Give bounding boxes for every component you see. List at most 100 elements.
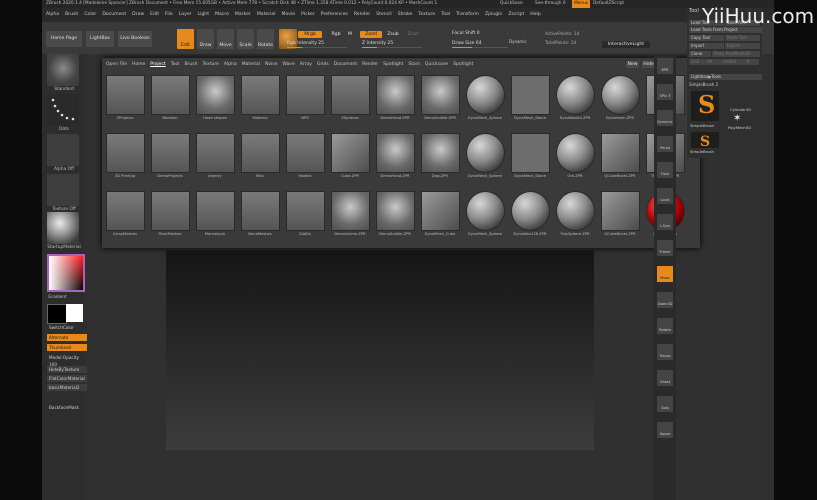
menu-preferences[interactable]: Preferences (321, 12, 348, 17)
menu-stroke[interactable]: Stroke (398, 12, 413, 17)
scale-button[interactable]: Scale (237, 29, 254, 49)
alpha-thumbnail[interactable] (47, 134, 79, 166)
lightbox-tab-material[interactable]: Material (242, 62, 260, 67)
lightbox-tab-render[interactable]: Render (362, 62, 378, 67)
copy-tool-button[interactable]: Copy Tool (689, 35, 724, 41)
menu-transform[interactable]: Transform (456, 12, 479, 17)
zcut-button[interactable]: Zcut (404, 31, 422, 38)
lightbox-tab-stars[interactable]: Stars (408, 62, 420, 67)
lightbox-item[interactable] (601, 191, 640, 231)
live-boolean-button[interactable]: Live Boolean (118, 31, 152, 47)
flat-color-material-button[interactable]: FlatColorMaterial (47, 375, 87, 382)
menu-zscript[interactable]: Zscript (508, 12, 524, 17)
clone-button[interactable]: Clone (689, 51, 711, 57)
lightbox-item[interactable] (331, 191, 370, 231)
shelf-bpr-button[interactable]: BPR (657, 58, 673, 74)
lightbox-tools-button[interactable]: Lightbox▶Tools (689, 74, 762, 80)
shelf-l-sym-button[interactable]: L.Sym (657, 214, 673, 230)
lightbox-item[interactable] (241, 133, 280, 173)
lightbox-tab-home[interactable]: Home (132, 62, 145, 67)
lightbox-item[interactable] (241, 191, 280, 231)
shelf-xpose-button[interactable]: Xpose (657, 422, 673, 438)
visible-button[interactable]: Visible (721, 59, 745, 65)
rgb-intensity-slider[interactable]: Rgb Intensity 25 (287, 41, 347, 46)
import-button[interactable]: Import (689, 43, 724, 49)
rgb-button[interactable]: Rgb (325, 31, 347, 38)
home-page-button[interactable]: Home Page (46, 31, 82, 47)
menus-button[interactable]: Menus (572, 0, 591, 8)
menu-picker[interactable]: Picker (301, 12, 315, 17)
shelf-frame-button[interactable]: Frame (657, 240, 673, 256)
shelf-rotate-button[interactable]: Rotate (657, 318, 673, 334)
quicksave-button[interactable]: QuickSave (500, 0, 523, 8)
lightbox-item[interactable] (196, 191, 235, 231)
menu-movie[interactable]: Movie (281, 12, 295, 17)
lightbox-item[interactable] (466, 191, 505, 231)
lightbox-item[interactable] (511, 133, 550, 173)
shelf-zoom3d-button[interactable]: Zoom3D (657, 292, 673, 308)
lightbox-item[interactable] (421, 133, 460, 173)
lightbox-item[interactable] (331, 133, 370, 173)
lightbox-button[interactable]: LightBox (86, 31, 114, 47)
menu-stencil[interactable]: Stencil (376, 12, 392, 17)
shelf-spix-3-button[interactable]: SPix 3 (657, 84, 673, 100)
color-picker[interactable] (47, 254, 85, 292)
shelf-solo-button[interactable]: Solo (657, 396, 673, 412)
lightbox-item[interactable] (331, 75, 370, 115)
lightbox-tab-texture[interactable]: Texture (202, 62, 218, 67)
lightbox-tab-spotlight[interactable]: Spotlight (383, 62, 403, 67)
menu-alpha[interactable]: Alpha (46, 12, 59, 17)
lightbox-tab-document[interactable]: Document (334, 62, 357, 67)
lightbox-item[interactable] (556, 133, 595, 173)
current-tool-slider[interactable]: SimpleBrush 2 (689, 82, 760, 88)
lightbox-item[interactable] (511, 191, 550, 231)
paste-tool-button[interactable]: Paste Tool (725, 35, 760, 41)
menu-document[interactable]: Document (102, 12, 126, 17)
material-sphere-icon[interactable] (279, 29, 297, 49)
secondary-color-swatch[interactable] (66, 304, 83, 322)
lightbox-item[interactable] (241, 75, 280, 115)
menu-color[interactable]: Color (84, 12, 96, 17)
lightbox-item[interactable] (556, 75, 595, 115)
export-button[interactable]: Export (725, 43, 760, 49)
lightbox-item[interactable] (106, 133, 145, 173)
model-opacity-slider[interactable]: Model Opacity 100 (47, 354, 87, 367)
menu-macro[interactable]: Macro (215, 12, 229, 17)
lightbox-item[interactable] (106, 191, 145, 231)
lightbox-item[interactable] (151, 75, 190, 115)
shelf-dynamic-button[interactable]: Dynamic (657, 110, 673, 126)
lightbox-item[interactable] (601, 133, 640, 173)
focal-shift-slider[interactable]: Focal Shift 0 (452, 31, 508, 36)
zsub-button[interactable]: Zsub (384, 31, 402, 38)
lightbox-tab-noise[interactable]: Noise (265, 62, 277, 67)
make-polymesh-button[interactable]: Make PolyMesh3D (712, 51, 760, 57)
lightbox-item[interactable] (421, 191, 460, 231)
lightbox-item[interactable] (196, 133, 235, 173)
lightbox-item[interactable] (286, 133, 325, 173)
dynamic-button[interactable]: Dynamic (509, 39, 527, 44)
shelf-transp-button[interactable]: Transp (657, 344, 673, 360)
thumbnail-button[interactable]: Thumbnail (47, 344, 87, 351)
r-button[interactable]: R (745, 59, 759, 65)
all-button[interactable]: All (705, 59, 721, 65)
menu-file[interactable]: File (165, 12, 173, 17)
lightbox-item[interactable] (511, 75, 550, 115)
default-zscript-button[interactable]: DefaultZScript (593, 0, 624, 8)
goz-button[interactable]: GoZ (689, 59, 705, 65)
lightbox-item[interactable] (466, 133, 505, 173)
lightbox-tab-brush[interactable]: Brush (184, 62, 197, 67)
lightbox-tab-quicksave[interactable]: Quicksave (425, 62, 448, 67)
menu-light[interactable]: Light (198, 12, 209, 17)
polymesh-star-icon[interactable]: ✶ (733, 113, 741, 124)
seethrough-slider[interactable]: See-through 0 (535, 0, 566, 8)
shelf-floor-button[interactable]: Floor (657, 162, 673, 178)
menu-material[interactable]: Material (257, 12, 276, 17)
alternate-button[interactable]: Alternate (47, 334, 87, 341)
draw-size-slider[interactable]: Draw Size 64 (452, 41, 508, 46)
draw-button[interactable]: Draw (197, 29, 214, 49)
lightbox-new-button[interactable]: New (626, 61, 639, 68)
shelf-ghost-button[interactable]: Ghost (657, 370, 673, 386)
menu-edit[interactable]: Edit (150, 12, 159, 17)
z-intensity-slider[interactable]: Z Intensity 25 (362, 41, 422, 46)
lightbox-item[interactable] (151, 191, 190, 231)
